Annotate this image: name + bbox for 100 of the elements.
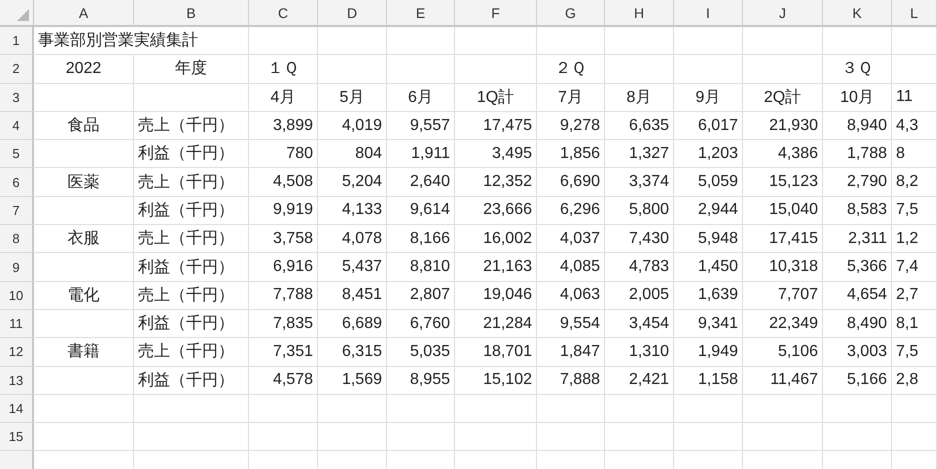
row-header[interactable]: 8 bbox=[0, 225, 34, 254]
column-header[interactable]: B bbox=[134, 0, 249, 27]
select-all-button[interactable] bbox=[0, 0, 34, 27]
table-cell: 売上（千円） bbox=[134, 338, 249, 367]
column-header[interactable]: I bbox=[674, 0, 743, 27]
table-cell: 4,063 bbox=[537, 282, 605, 310]
row-header[interactable]: 7 bbox=[0, 196, 34, 226]
table-cell: 17,415 bbox=[743, 225, 823, 254]
table-cell: ３Ｑ bbox=[823, 55, 892, 84]
table-cell: ２Ｑ bbox=[537, 55, 605, 84]
table-cell: 5月 bbox=[318, 84, 387, 112]
table-cell: 5,948 bbox=[674, 225, 743, 254]
table-cell bbox=[387, 394, 455, 424]
table-cell: 1,310 bbox=[605, 338, 674, 367]
row-header[interactable]: 2 bbox=[0, 55, 34, 84]
table-cell: 4月 bbox=[249, 84, 318, 112]
row-header[interactable]: 6 bbox=[0, 168, 34, 197]
column-header[interactable]: D bbox=[318, 0, 387, 27]
row-header[interactable]: 5 bbox=[0, 140, 34, 168]
column-header[interactable]: J bbox=[743, 0, 823, 27]
table-cell: 5,166 bbox=[823, 366, 892, 395]
table-cell: 5,106 bbox=[743, 338, 823, 367]
table-cell bbox=[674, 55, 743, 84]
table-cell bbox=[537, 423, 605, 452]
table-cell: 7,5 bbox=[892, 338, 937, 367]
column-header[interactable]: E bbox=[387, 0, 455, 27]
table-cell bbox=[537, 394, 605, 424]
row-header[interactable]: 3 bbox=[0, 84, 34, 112]
table-cell bbox=[318, 55, 387, 84]
table-cell: 医薬 bbox=[34, 168, 134, 197]
table-cell: 1,847 bbox=[537, 338, 605, 367]
column-header[interactable]: L bbox=[892, 0, 937, 27]
table-cell: 3,899 bbox=[249, 112, 318, 140]
table-cell: 電化 bbox=[34, 282, 134, 310]
row-header[interactable]: 13 bbox=[0, 366, 34, 395]
table-cell bbox=[823, 27, 892, 56]
table-cell: 売上（千円） bbox=[134, 282, 249, 310]
table-cell: 9月 bbox=[674, 84, 743, 112]
column-header[interactable]: H bbox=[605, 0, 674, 27]
table-cell: 利益（千円） bbox=[134, 196, 249, 226]
table-cell: 2022 bbox=[34, 55, 134, 84]
table-cell: 11 bbox=[892, 84, 937, 112]
row-header[interactable]: 1 bbox=[0, 27, 34, 56]
table-cell: 4,3 bbox=[892, 112, 937, 140]
row-header[interactable]: 9 bbox=[0, 253, 34, 282]
table-cell: 2,944 bbox=[674, 196, 743, 226]
row-header[interactable]: 15 bbox=[0, 423, 34, 452]
table-cell: 5,800 bbox=[605, 196, 674, 226]
table-cell bbox=[537, 27, 605, 56]
row-header[interactable]: 14 bbox=[0, 394, 34, 424]
table-cell bbox=[605, 55, 674, 84]
table-cell: 19,046 bbox=[455, 282, 537, 310]
table-cell: 6,689 bbox=[318, 310, 387, 338]
row-header[interactable]: 12 bbox=[0, 338, 34, 367]
table-cell: 1Q計 bbox=[455, 84, 537, 112]
table-cell: 食品 bbox=[34, 112, 134, 140]
table-cell: 1,158 bbox=[674, 366, 743, 395]
table-cell: 6月 bbox=[387, 84, 455, 112]
column-header[interactable]: G bbox=[537, 0, 605, 27]
table-cell: 2,7 bbox=[892, 282, 937, 310]
table-cell: 6,296 bbox=[537, 196, 605, 226]
column-header[interactable]: A bbox=[34, 0, 134, 27]
table-cell: 6,690 bbox=[537, 168, 605, 197]
table-cell: 衣服 bbox=[34, 225, 134, 254]
table-cell: 利益（千円） bbox=[134, 366, 249, 395]
table-cell: 6,916 bbox=[249, 253, 318, 282]
table-cell bbox=[823, 394, 892, 424]
row-header[interactable]: 4 bbox=[0, 112, 34, 140]
table-cell: 年度 bbox=[134, 55, 249, 84]
table-cell: 2,640 bbox=[387, 168, 455, 197]
table-cell: 2,807 bbox=[387, 282, 455, 310]
table-cell: 15,102 bbox=[455, 366, 537, 395]
table-cell: １Ｑ bbox=[249, 55, 318, 84]
table-cell: 1,327 bbox=[605, 140, 674, 168]
column-header[interactable]: K bbox=[823, 0, 892, 27]
table-cell: 1,2 bbox=[892, 225, 937, 254]
table-cell: 4,133 bbox=[318, 196, 387, 226]
table-cell: 4,019 bbox=[318, 112, 387, 140]
table-cell: 3,003 bbox=[823, 338, 892, 367]
row-header[interactable]: 10 bbox=[0, 282, 34, 310]
column-header[interactable]: C bbox=[249, 0, 318, 27]
table-cell: 4,078 bbox=[318, 225, 387, 254]
table-cell bbox=[674, 423, 743, 452]
table-cell: 12,352 bbox=[455, 168, 537, 197]
column-header[interactable]: F bbox=[455, 0, 537, 27]
table-cell bbox=[605, 394, 674, 424]
table-cell bbox=[387, 55, 455, 84]
table-cell bbox=[387, 423, 455, 452]
table-cell: 9,554 bbox=[537, 310, 605, 338]
table-cell: 4,085 bbox=[537, 253, 605, 282]
table-cell: 7月 bbox=[537, 84, 605, 112]
table-cell bbox=[249, 27, 318, 56]
table-cell bbox=[892, 423, 937, 452]
table-cell: 3,454 bbox=[605, 310, 674, 338]
table-cell: 8 bbox=[892, 140, 937, 168]
row-header[interactable]: 11 bbox=[0, 310, 34, 338]
table-cell: 5,059 bbox=[674, 168, 743, 197]
table-cell: 利益（千円） bbox=[134, 310, 249, 338]
table-cell: 16,002 bbox=[455, 225, 537, 254]
table-cell: 5,366 bbox=[823, 253, 892, 282]
